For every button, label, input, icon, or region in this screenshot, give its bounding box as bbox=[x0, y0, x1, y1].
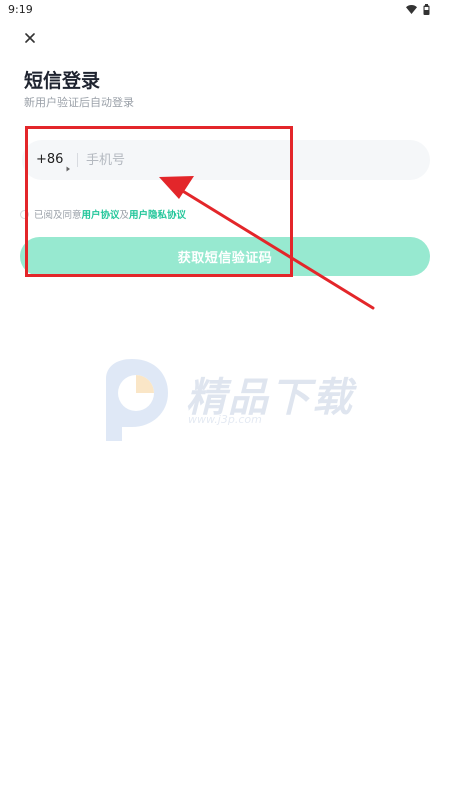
battery-icon bbox=[423, 4, 430, 15]
user-agreement-link[interactable]: 用户协议 bbox=[82, 207, 120, 221]
agreement-conjunction: 及 bbox=[119, 210, 130, 221]
wifi-icon bbox=[406, 5, 417, 14]
get-code-button[interactable]: 获取短信验证码 bbox=[20, 237, 430, 276]
phone-number-input[interactable] bbox=[86, 140, 406, 180]
country-code-selector[interactable]: +86 bbox=[36, 140, 63, 180]
watermark-text: 精品下载 bbox=[186, 375, 354, 421]
close-button[interactable] bbox=[20, 28, 40, 48]
status-icons bbox=[406, 4, 430, 15]
page-subtitle: 新用户验证后自动登录 bbox=[24, 96, 134, 109]
agreement-prefix: 已阅及同意 bbox=[34, 210, 82, 221]
watermark: 精品下载 www.j3p.com bbox=[96, 357, 366, 447]
status-bar: 9:19 bbox=[0, 0, 450, 20]
status-time: 9:19 bbox=[8, 3, 33, 16]
phone-input-row: +86 bbox=[22, 140, 430, 180]
page-title: 短信登录 bbox=[24, 70, 101, 92]
agreement-row: 已阅及同意 用户协议 及 用户隐私协议 bbox=[20, 206, 186, 222]
watermark-logo-icon bbox=[106, 359, 168, 441]
close-icon bbox=[25, 33, 35, 43]
privacy-agreement-link[interactable]: 用户隐私协议 bbox=[129, 207, 186, 221]
caret-right-icon[interactable] bbox=[66, 157, 71, 176]
watermark-url: www.j3p.com bbox=[188, 413, 262, 426]
phone-divider bbox=[77, 153, 78, 167]
annotation-arrow bbox=[159, 176, 375, 310]
agree-checkbox[interactable] bbox=[20, 209, 29, 219]
